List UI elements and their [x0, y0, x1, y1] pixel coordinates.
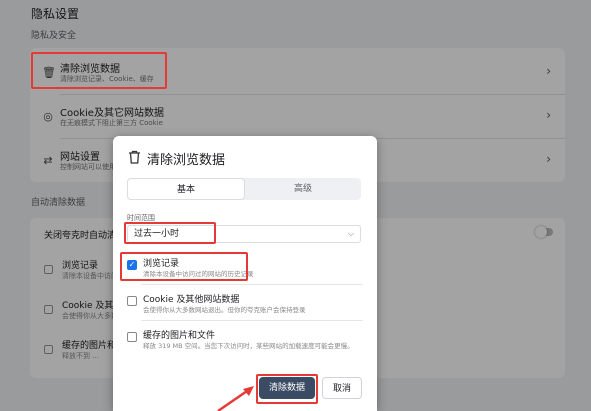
- cache-checkbox[interactable]: [127, 332, 137, 342]
- option-subtitle: 释放 319 MB 空间。当您下次访问时，某些网站的加载速度可能会更慢。: [143, 342, 354, 350]
- highlight-box-clear-button: [256, 374, 318, 404]
- option-cookies[interactable]: Cookie 及其他网站数据 会使得你从大多数网站退出。但你的夸克账户会保持登录: [113, 290, 377, 320]
- highlight-box-clear-data: [31, 52, 167, 89]
- tab-basic[interactable]: 基本: [127, 178, 245, 200]
- option-subtitle: 会使得你从大多数网站退出。但你的夸克账户会保持登录: [143, 306, 306, 314]
- divider: [141, 320, 363, 321]
- tab-advanced[interactable]: 高级: [245, 178, 361, 200]
- chevron-down-icon: ⌵: [347, 229, 354, 238]
- option-cache[interactable]: 缓存的图片和文件 释放 319 MB 空间。当您下次访问时，某些网站的加载速度可…: [113, 326, 377, 356]
- trash-icon: [129, 150, 140, 164]
- dialog-title: 清除浏览数据: [147, 153, 226, 168]
- arrow-icon: [217, 386, 254, 411]
- divider: [141, 284, 363, 285]
- cookies-checkbox[interactable]: [127, 296, 137, 306]
- tab-bar: 基本 高级: [127, 178, 361, 200]
- highlight-box-history: [120, 252, 248, 281]
- highlight-box-time-range: [124, 222, 216, 244]
- cancel-button[interactable]: 取消: [322, 377, 362, 399]
